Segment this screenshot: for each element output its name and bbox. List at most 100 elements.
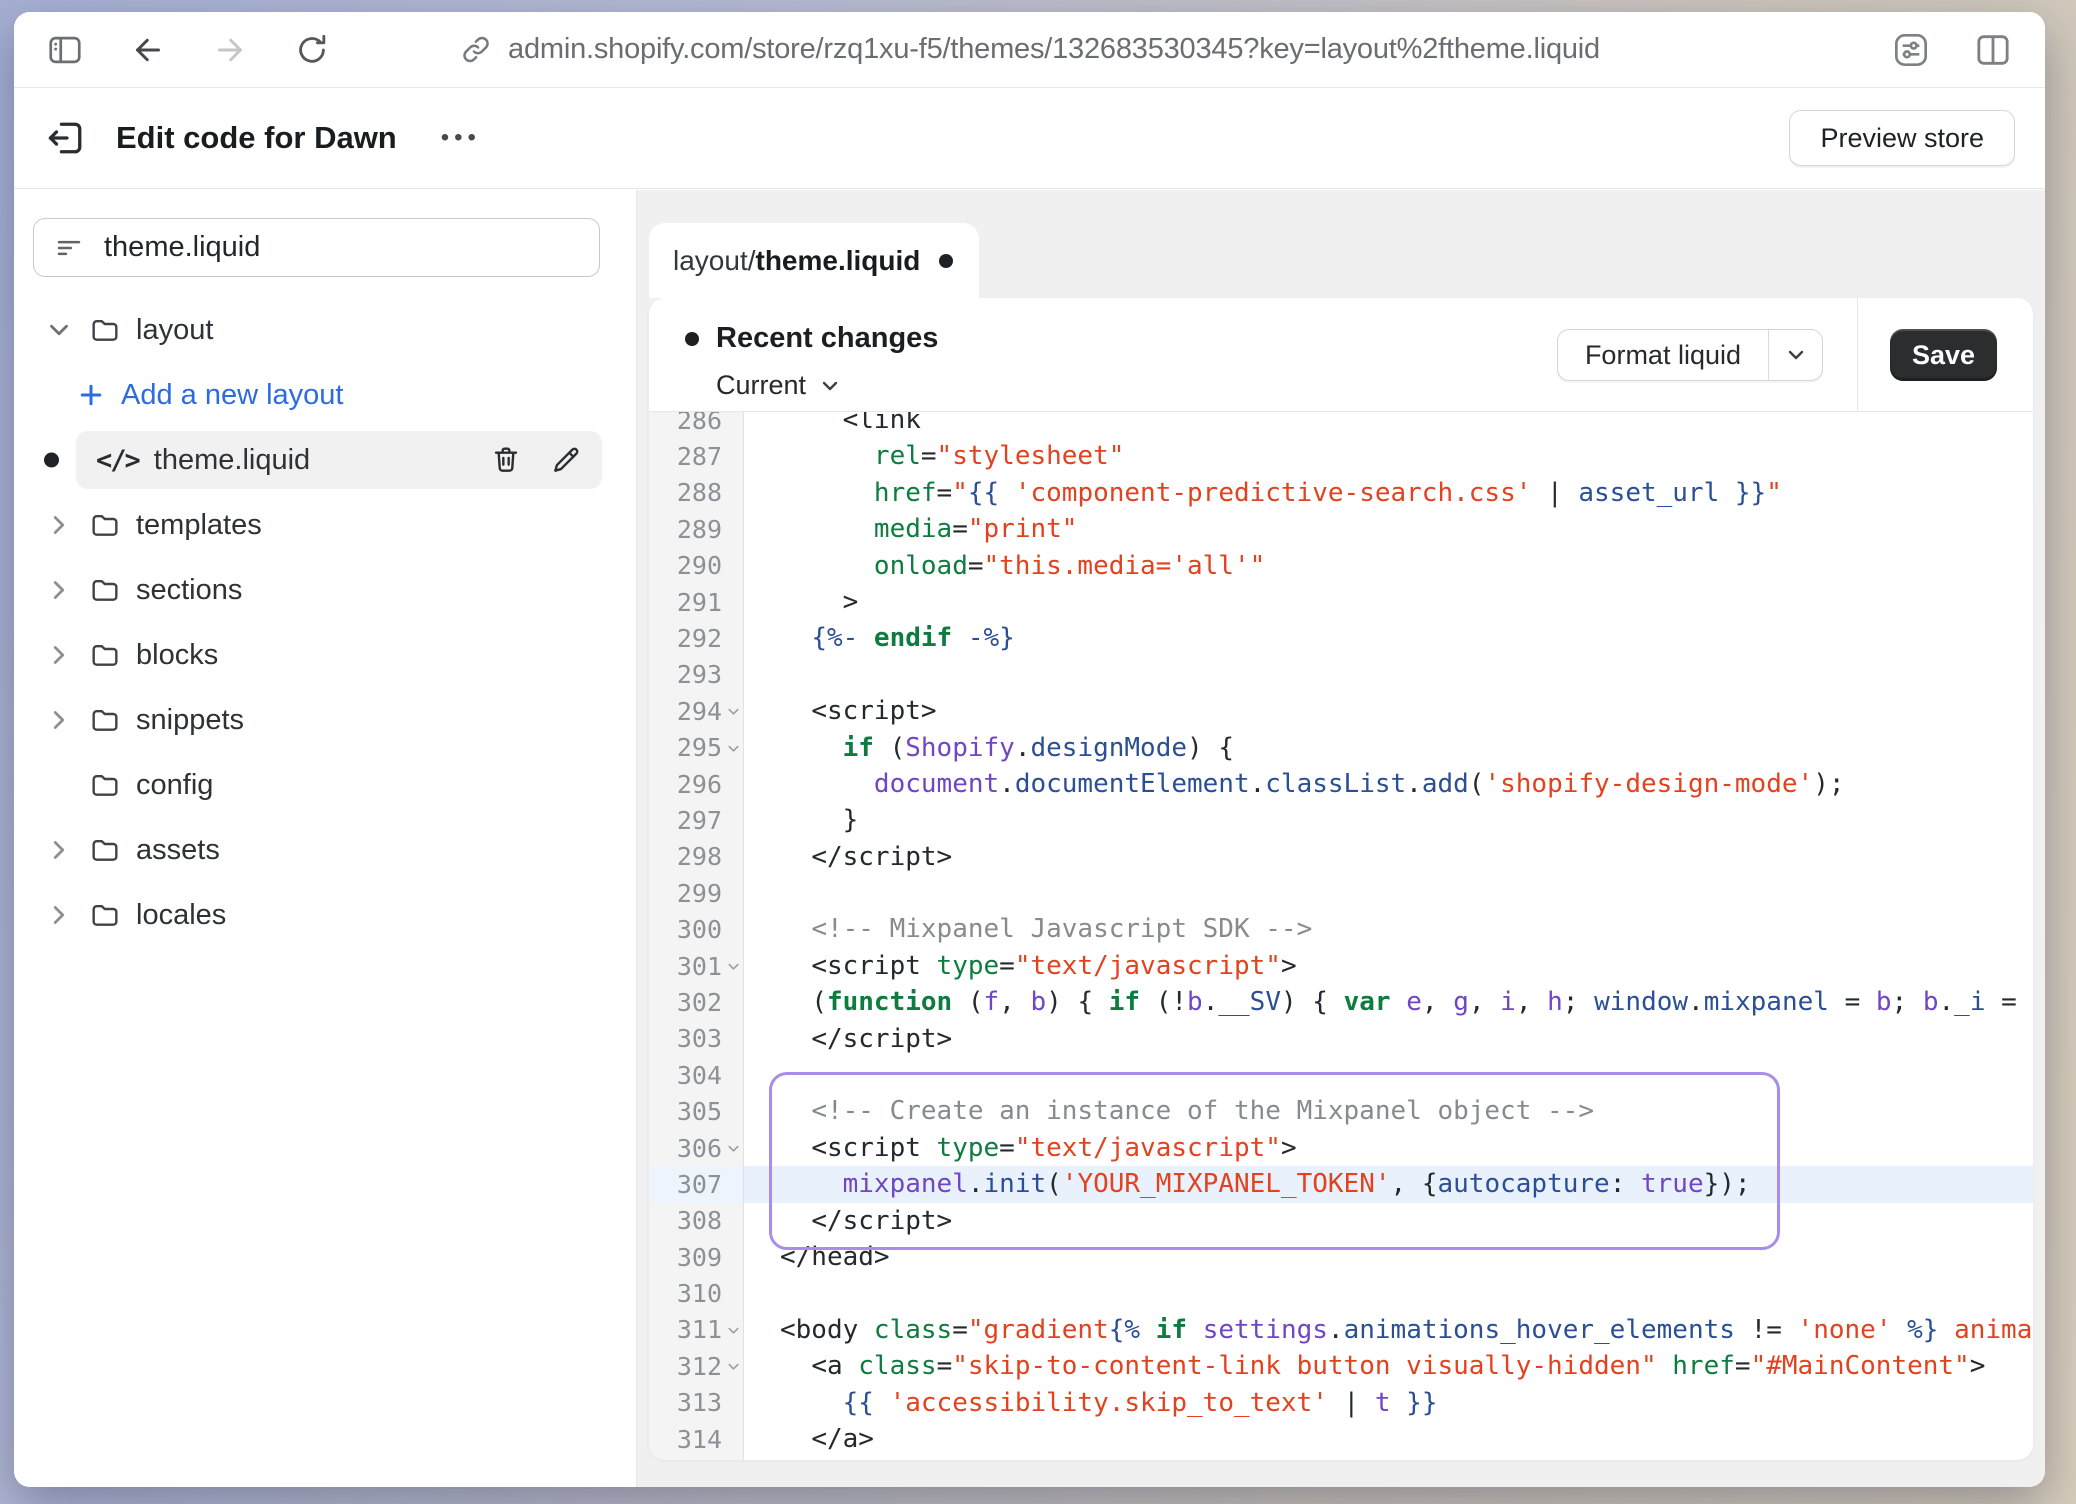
sidebar-item-add-a-new-layout[interactable]: Add a new layout	[76, 366, 602, 424]
code-line-300[interactable]: 300 <!-- Mixpanel Javascript SDK -->	[649, 911, 2033, 947]
reload-icon[interactable]	[294, 32, 330, 68]
file-search-box[interactable]	[33, 218, 600, 277]
code-text[interactable]	[744, 875, 2033, 911]
code-line-303[interactable]: 303 </script>	[649, 1021, 2033, 1057]
sidebar-item-layout[interactable]: layout	[44, 301, 602, 359]
code-line-302[interactable]: 302 (function (f, b) { if (!b.__SV) { va…	[649, 984, 2033, 1020]
code-text[interactable]: onload="this.media='all'"	[744, 548, 2033, 584]
chevron-down-icon[interactable]	[44, 315, 74, 345]
sidebar-toggle-icon[interactable]	[46, 31, 84, 69]
code-line-311[interactable]: 311<body class="gradient{% if settings.a…	[649, 1312, 2033, 1348]
delete-file-icon[interactable]	[490, 444, 522, 476]
version-dropdown[interactable]: Current	[716, 370, 842, 401]
code-line-306[interactable]: 306 <script type="text/javascript">	[649, 1130, 2033, 1166]
code-line-291[interactable]: 291 >	[649, 584, 2033, 620]
code-text[interactable]: </a>	[744, 1421, 2033, 1457]
code-text[interactable]: mixpanel.init('YOUR_MIXPANEL_TOKEN', {au…	[744, 1166, 2033, 1202]
code-text[interactable]: <a class="skip-to-content-link button vi…	[744, 1348, 2033, 1384]
code-text[interactable]: <script type="text/javascript">	[744, 948, 2033, 984]
code-text[interactable]: <script type="text/javascript">	[744, 1130, 2033, 1166]
code-line-299[interactable]: 299	[649, 875, 2033, 911]
code-line-290[interactable]: 290 onload="this.media='all'"	[649, 548, 2033, 584]
sidebar-item-assets[interactable]: assets	[44, 821, 602, 879]
code-line-314[interactable]: 314 </a>	[649, 1421, 2033, 1457]
code-text[interactable]: document.documentElement.classList.add('…	[744, 766, 2033, 802]
code-line-312[interactable]: 312 <a class="skip-to-content-link butto…	[649, 1348, 2033, 1384]
fold-chevron-icon[interactable]	[725, 740, 742, 757]
code-text[interactable]: </head>	[744, 1239, 2033, 1275]
code-line-286[interactable]: 286 <link	[649, 412, 2033, 438]
code-line-296[interactable]: 296 document.documentElement.classList.a…	[649, 766, 2033, 802]
fold-chevron-icon[interactable]	[725, 1140, 742, 1157]
code-line-313[interactable]: 313 {{ 'accessibility.skip_to_text' | t …	[649, 1385, 2033, 1421]
sidebar-item-sections[interactable]: sections	[44, 561, 602, 619]
sidebar-item-theme-liquid[interactable]: </>theme.liquid	[76, 431, 602, 489]
code-text[interactable]: href="{{ 'component-predictive-search.cs…	[744, 475, 2033, 511]
code-text[interactable]: <body class="gradient{% if settings.anim…	[744, 1312, 2033, 1348]
fold-chevron-icon[interactable]	[725, 1359, 742, 1376]
code-line-289[interactable]: 289 media="print"	[649, 511, 2033, 547]
code-text[interactable]: </script>	[744, 839, 2033, 875]
code-line-293[interactable]: 293	[649, 657, 2033, 693]
code-text[interactable]	[744, 657, 2033, 693]
code-text[interactable]: rel="stylesheet"	[744, 438, 2033, 474]
format-liquid-button[interactable]: Format liquid	[1557, 329, 1823, 381]
code-line-295[interactable]: 295 if (Shopify.designMode) {	[649, 730, 2033, 766]
search-input[interactable]	[102, 230, 579, 265]
page-settings-icon[interactable]	[1891, 30, 1931, 70]
code-line-288[interactable]: 288 href="{{ 'component-predictive-searc…	[649, 475, 2033, 511]
code-text[interactable]: {{ 'accessibility.skip_to_text' | t }}	[744, 1385, 2033, 1421]
chevron-right-icon[interactable]	[44, 900, 74, 930]
code-text[interactable]: </script>	[744, 1203, 2033, 1239]
code-line-309[interactable]: 309</head>	[649, 1239, 2033, 1275]
chevron-right-icon[interactable]	[44, 705, 74, 735]
chevron-right-icon[interactable]	[44, 510, 74, 540]
code-line-292[interactable]: 292 {%- endif -%}	[649, 620, 2033, 656]
code-text[interactable]: {%- endif -%}	[744, 620, 2033, 656]
chevron-right-icon[interactable]	[44, 575, 74, 605]
editor-tab-theme-liquid[interactable]: layout/theme.liquid	[649, 223, 979, 298]
code-text[interactable]: <script>	[744, 693, 2033, 729]
code-text[interactable]: <!-- Create an instance of the Mixpanel …	[744, 1093, 2033, 1129]
code-text[interactable]: if (Shopify.designMode) {	[744, 730, 2033, 766]
code-line-301[interactable]: 301 <script type="text/javascript">	[649, 948, 2033, 984]
code-text[interactable]: media="print"	[744, 511, 2033, 547]
fold-chevron-icon[interactable]	[725, 958, 742, 975]
code-line-287[interactable]: 287 rel="stylesheet"	[649, 438, 2033, 474]
code-line-304[interactable]: 304	[649, 1057, 2033, 1093]
overflow-menu-button[interactable]: •••	[441, 124, 481, 152]
fold-chevron-icon[interactable]	[725, 1322, 742, 1339]
code-line-307[interactable]: 307 mixpanel.init('YOUR_MIXPANEL_TOKEN',…	[649, 1166, 2033, 1202]
sidebar-item-blocks[interactable]: blocks	[44, 626, 602, 684]
chevron-right-icon[interactable]	[44, 640, 74, 670]
code-text[interactable]: <!-- Mixpanel Javascript SDK -->	[744, 911, 2033, 947]
code-line-298[interactable]: 298 </script>	[649, 839, 2033, 875]
sidebar-item-locales[interactable]: locales	[44, 886, 602, 944]
save-button[interactable]: Save	[1890, 329, 1997, 381]
rename-file-icon[interactable]	[550, 444, 582, 476]
format-dropdown-chevron-icon[interactable]	[1768, 330, 1822, 380]
exit-editor-icon[interactable]	[44, 116, 88, 160]
code-line-308[interactable]: 308 </script>	[649, 1203, 2033, 1239]
code-line-297[interactable]: 297 }	[649, 802, 2033, 838]
code-text[interactable]: }	[744, 802, 2033, 838]
code-text[interactable]: <link	[744, 412, 2033, 438]
code-text[interactable]	[744, 1275, 2033, 1311]
code-line-310[interactable]: 310	[649, 1275, 2033, 1311]
code-line-294[interactable]: 294 <script>	[649, 693, 2033, 729]
sidebar-item-config[interactable]: config	[44, 756, 602, 814]
fold-chevron-icon[interactable]	[725, 703, 742, 720]
address-bar[interactable]: admin.shopify.com/store/rzq1xu-f5/themes…	[459, 12, 1600, 87]
sidebar-item-templates[interactable]: templates	[44, 496, 602, 554]
code-text[interactable]	[744, 1057, 2033, 1093]
sidebar-item-snippets[interactable]: snippets	[44, 691, 602, 749]
preview-store-button[interactable]: Preview store	[1789, 110, 2015, 166]
split-view-icon[interactable]	[1973, 30, 2013, 70]
back-icon[interactable]	[130, 32, 166, 68]
code-text[interactable]: </script>	[744, 1021, 2033, 1057]
chevron-right-icon[interactable]	[44, 835, 74, 865]
forward-icon[interactable]	[212, 32, 248, 68]
code-text[interactable]: (function (f, b) { if (!b.__SV) { var e,…	[744, 984, 2033, 1020]
code-line-305[interactable]: 305 <!-- Create an instance of the Mixpa…	[649, 1093, 2033, 1129]
code-text[interactable]: >	[744, 584, 2033, 620]
